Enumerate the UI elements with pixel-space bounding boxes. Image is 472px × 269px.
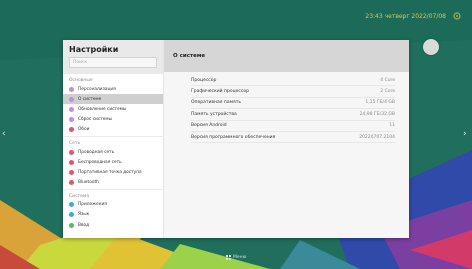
info-row-android: Версия Android 11 xyxy=(191,121,395,132)
info-label: Графический процессор xyxy=(191,89,249,95)
sidebar-item-label: Персонализация xyxy=(78,86,116,92)
group-label: Основные xyxy=(69,78,93,83)
sidebar-item-apps[interactable]: Приложения xyxy=(63,200,163,210)
apps-icon xyxy=(69,202,74,208)
status-bar: 23:43 четверг 2022/07/08 xyxy=(365,8,462,24)
info-value: 2 Core xyxy=(380,89,395,95)
sidebar-item-update[interactable]: Обновление системы xyxy=(63,104,163,114)
about-panel: О системе Процессор 4 Core Графический п… xyxy=(164,40,409,238)
info-row-cpu: Процессор 4 Core xyxy=(191,75,395,87)
sidebar-item-label: Беспроводная сеть xyxy=(78,159,122,165)
sidebar-item-label: Обновление системы xyxy=(78,106,127,112)
menu-label: Меню xyxy=(233,254,247,260)
info-icon xyxy=(69,96,74,102)
sidebar-item-about[interactable]: О системе xyxy=(63,94,163,105)
datetime-text: 23:43 четверг 2022/07/08 xyxy=(365,12,446,20)
sidebar-item-wallpaper[interactable]: Обои xyxy=(63,125,163,135)
sidebar-header: Настройки Поиск xyxy=(63,40,163,74)
info-row-gpu: Графический процессор 2 Core xyxy=(191,86,395,98)
page-title: О системе xyxy=(164,40,409,72)
sidebar-item-reset[interactable]: Сброс системы xyxy=(63,115,163,125)
info-row-storage: Память устройства 24,98 ГБ/32 GB xyxy=(191,109,395,121)
settings-sidebar: Настройки Поиск Основные Персонализация … xyxy=(63,40,164,238)
group-basic: Основные Персонализация О системе Обновл… xyxy=(63,74,163,135)
group-network: Сеть Проводная сеть Беспроводная сеть По… xyxy=(63,137,163,188)
info-row-software: Версия программного обеспечения 20220707… xyxy=(191,132,395,144)
info-value: 24,98 ГБ/32 GB xyxy=(359,111,395,117)
sidebar-item-label: Приложения xyxy=(78,202,107,208)
info-label: Оперативная память xyxy=(191,100,241,106)
apps-grid-icon xyxy=(226,254,231,260)
sidebar-item-ethernet[interactable]: Проводная сеть xyxy=(63,147,163,157)
info-value: 4 Core xyxy=(380,77,395,83)
hotspot-icon xyxy=(69,169,74,175)
info-value: 1,15 ГБ/4 GB xyxy=(365,100,395,106)
sidebar-item-input[interactable]: Ввод xyxy=(63,220,163,230)
group-system: Система Приложения Язык Ввод xyxy=(63,190,163,231)
about-info-list: Процессор 4 Core Графический процессор 2… xyxy=(164,72,409,144)
sidebar-item-wifi[interactable]: Беспроводная сеть xyxy=(63,157,163,167)
chevron-left-icon[interactable]: ‹ xyxy=(2,129,10,139)
info-label: Версия программного обеспечения xyxy=(191,134,276,140)
info-label: Версия Android xyxy=(191,123,227,129)
input-icon xyxy=(69,222,74,228)
sidebar-item-bluetooth[interactable]: Bluetooth xyxy=(63,178,163,188)
sidebar-item-label: Bluetooth xyxy=(78,180,99,186)
sidebar-item-language[interactable]: Язык xyxy=(63,210,163,220)
sidebar-item-hotspot[interactable]: Портативная точка доступа xyxy=(63,167,163,177)
language-icon xyxy=(69,212,74,218)
settings-window: Настройки Поиск Основные Персонализация … xyxy=(63,40,409,238)
sidebar-item-label: О системе xyxy=(78,96,102,102)
info-row-ram: Оперативная память 1,15 ГБ/4 GB xyxy=(191,98,395,110)
sidebar-item-label: Портативная точка доступа xyxy=(78,169,142,175)
desktop-background: 23:43 четверг 2022/07/08 ‹ › Настройки П… xyxy=(0,0,472,269)
bluetooth-icon xyxy=(69,180,74,186)
info-value: 11 xyxy=(389,123,395,129)
chevron-right-icon[interactable]: › xyxy=(463,129,471,139)
gear-icon[interactable] xyxy=(452,11,462,21)
group-label: Система xyxy=(69,193,90,199)
menu-button[interactable]: Меню xyxy=(226,253,246,261)
wifi-icon xyxy=(69,159,74,165)
info-label: Память устройства xyxy=(191,111,237,117)
wallpaper-icon xyxy=(69,127,74,133)
group-label: Сеть xyxy=(69,140,81,146)
sidebar-item-label: Сброс системы xyxy=(78,117,113,123)
info-label: Процессор xyxy=(191,77,217,83)
personalization-icon xyxy=(69,86,74,92)
info-value: 20220707.2104 xyxy=(359,134,395,140)
sidebar-item-personalization[interactable]: Персонализация xyxy=(63,84,163,94)
sidebar-item-label: Проводная сеть xyxy=(78,149,115,155)
settings-title: Настройки xyxy=(69,45,119,54)
search-input[interactable]: Поиск xyxy=(69,57,157,68)
reset-icon xyxy=(69,117,74,123)
ethernet-icon xyxy=(69,149,74,155)
sidebar-item-label: Язык xyxy=(78,212,90,218)
sidebar-item-label: Ввод xyxy=(78,222,90,228)
update-icon xyxy=(69,106,74,112)
floating-circle-button[interactable] xyxy=(423,39,439,55)
sidebar-item-label: Обои xyxy=(78,127,90,133)
